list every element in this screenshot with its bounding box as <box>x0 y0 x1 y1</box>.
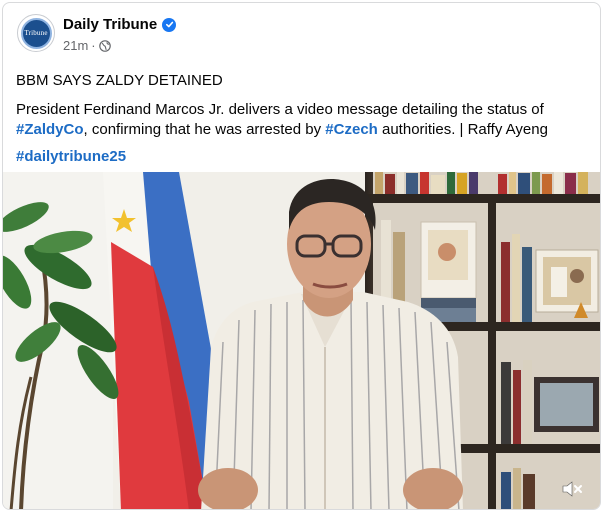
post-message: BBM SAYS ZALDY DETAINED President Ferdin… <box>16 71 591 176</box>
post-card: Tribune Daily Tribune 21m · BBM SAYS ZAL… <box>2 2 601 510</box>
speaker-muted-icon[interactable] <box>559 477 585 501</box>
meta-separator: · <box>91 38 96 53</box>
avatar-logo: Tribune <box>20 17 52 49</box>
hashtag-zaldyco-link[interactable]: #ZaldyCo <box>16 121 84 138</box>
video-player[interactable] <box>3 172 600 509</box>
post-hashtags: #dailytribune25 <box>16 147 591 167</box>
hashtag-czech-link[interactable]: #Czech <box>325 121 378 138</box>
video-frame <box>3 172 600 509</box>
post-meta: 21m · <box>63 38 111 53</box>
post-body-text-3: authorities. | Raffy Ayeng <box>377 121 548 138</box>
page-avatar[interactable]: Tribune <box>17 14 55 52</box>
post-body: President Ferdinand Marcos Jr. delivers … <box>16 100 591 140</box>
post-timestamp[interactable]: 21m <box>63 38 88 53</box>
globe-icon[interactable] <box>98 39 111 52</box>
name-row: Daily Tribune <box>63 16 177 33</box>
verified-badge-icon <box>162 17 177 32</box>
post-body-text-2: , confirming that he was arrested by <box>83 121 326 138</box>
post-header: Tribune Daily Tribune 21m · <box>3 3 600 65</box>
page-name-link[interactable]: Daily Tribune <box>63 16 157 33</box>
avatar-logo-text: Tribune <box>24 29 48 37</box>
hashtag-dailytribune25-link[interactable]: #dailytribune25 <box>16 148 126 165</box>
post-body-text-1: President Ferdinand Marcos Jr. delivers … <box>16 101 544 118</box>
post-headline: BBM SAYS ZALDY DETAINED <box>16 72 223 89</box>
